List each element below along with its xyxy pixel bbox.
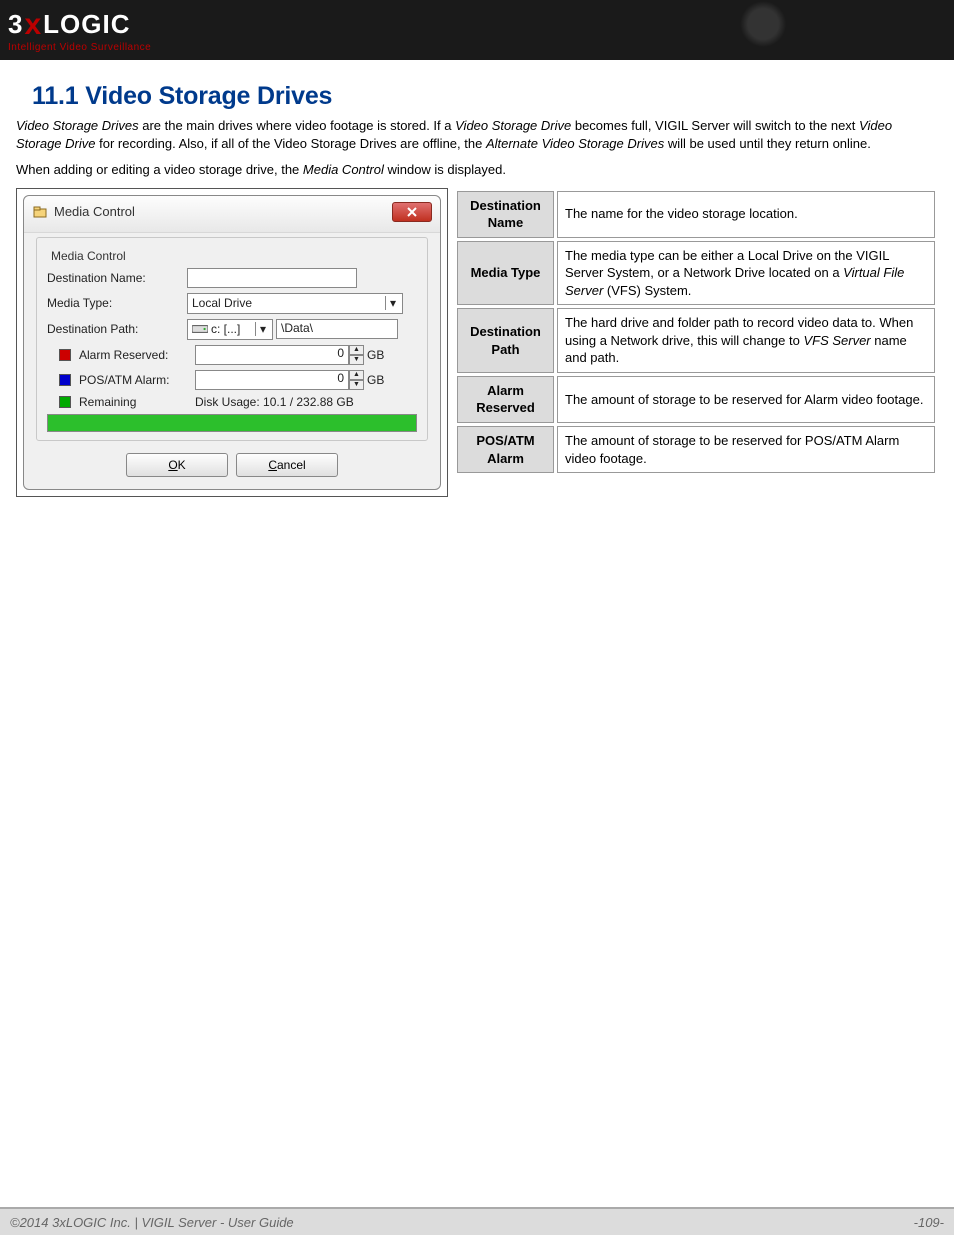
group-label: Media Control [47, 249, 130, 263]
drive-select[interactable]: c: [...] ▾ [187, 319, 273, 340]
posatm-value[interactable]: 0 [195, 370, 349, 390]
media-type-label: Media Type: [47, 296, 187, 310]
intro-paragraph-2: When adding or editing a video storage d… [16, 161, 938, 179]
def-key: Destination Path [457, 308, 554, 373]
page-content: 11.1 Video Storage Drives Video Storage … [0, 60, 954, 497]
table-row: Media Type The media type can be either … [457, 241, 935, 306]
definitions-table: Destination Name The name for the video … [454, 188, 938, 477]
destination-path-label: Destination Path: [47, 322, 187, 336]
spin-up-icon[interactable]: ▲ [349, 345, 364, 355]
def-key: Destination Name [457, 191, 554, 238]
media-type-select[interactable]: Local Drive ▾ [187, 293, 403, 314]
media-control-group: Media Control Destination Name: Media Ty… [36, 237, 428, 441]
media-type-value: Local Drive [192, 296, 252, 310]
header-banner: 3 x LOGIC Intelligent Video Surveillance [0, 0, 954, 60]
path-input[interactable]: \Data\ [276, 319, 398, 339]
def-key: Alarm Reserved [457, 376, 554, 423]
posatm-label: POS/ATM Alarm: [79, 373, 195, 387]
logo-post: LOGIC [43, 9, 130, 40]
page-footer: ©2014 3xLOGIC Inc. | VIGIL Server - User… [0, 1207, 954, 1235]
def-value: The hard drive and folder path to record… [557, 308, 935, 373]
intro-paragraph-1: Video Storage Drives are the main drives… [16, 117, 938, 153]
logo-text: 3 x LOGIC [8, 8, 151, 42]
footer-left: ©2014 3xLOGIC Inc. | VIGIL Server - User… [10, 1215, 294, 1230]
disk-usage-bar [47, 414, 417, 432]
logo-pre: 3 [8, 9, 23, 40]
logo-x: x [24, 8, 42, 42]
table-row: Alarm Reserved The amount of storage to … [457, 376, 935, 423]
chevron-down-icon: ▾ [255, 322, 270, 336]
media-control-screenshot: Media Control Media Control Destination … [16, 188, 448, 497]
def-key: POS/ATM Alarm [457, 426, 554, 473]
def-value: The media type can be either a Local Dri… [557, 241, 935, 306]
drive-icon [192, 321, 208, 337]
alarm-reserved-value[interactable]: 0 [195, 345, 349, 365]
dialog-title: Media Control [54, 204, 135, 219]
posatm-stepper[interactable]: 0 ▲ ▼ GB [195, 370, 384, 390]
disk-usage-text: Disk Usage: 10.1 / 232.88 GB [195, 395, 354, 409]
close-icon [407, 207, 417, 217]
unit-label: GB [367, 348, 384, 362]
def-key: Media Type [457, 241, 554, 306]
cancel-button[interactable]: Cancel [236, 453, 338, 477]
unit-label: GB [367, 373, 384, 387]
chevron-down-icon: ▾ [385, 296, 400, 310]
disk-usage-fill [48, 415, 416, 431]
term-video-storage-drives: Video Storage Drives [16, 118, 139, 133]
remaining-color-icon [59, 396, 71, 408]
table-row: POS/ATM Alarm The amount of storage to b… [457, 426, 935, 473]
spin-up-icon[interactable]: ▲ [349, 370, 364, 380]
table-row: Destination Path The hard drive and fold… [457, 308, 935, 373]
def-value: The amount of storage to be reserved for… [557, 376, 935, 423]
alarm-reserved-stepper[interactable]: 0 ▲ ▼ GB [195, 345, 384, 365]
media-control-dialog: Media Control Media Control Destination … [23, 195, 441, 490]
table-row: Destination Name The name for the video … [457, 191, 935, 238]
dialog-icon [32, 204, 48, 220]
spin-down-icon[interactable]: ▼ [349, 355, 364, 365]
drive-value: c: [...] [211, 322, 240, 336]
destination-name-label: Destination Name: [47, 271, 187, 285]
remaining-label: Remaining [79, 395, 195, 409]
posatm-color-icon [59, 374, 71, 386]
alarm-reserved-label: Alarm Reserved: [79, 348, 195, 362]
destination-name-input[interactable] [187, 268, 357, 288]
footer-right: -109- [914, 1215, 944, 1230]
ok-button[interactable]: OK [126, 453, 228, 477]
spin-down-icon[interactable]: ▼ [349, 380, 364, 390]
logo: 3 x LOGIC Intelligent Video Surveillance [8, 8, 151, 53]
def-value: The amount of storage to be reserved for… [557, 426, 935, 473]
section-title: 11.1 Video Storage Drives [32, 82, 938, 111]
close-button[interactable] [392, 202, 432, 222]
alarm-reserved-color-icon [59, 349, 71, 361]
def-value: The name for the video storage location. [557, 191, 935, 238]
logo-tagline: Intelligent Video Surveillance [8, 42, 151, 53]
dialog-titlebar: Media Control [24, 196, 440, 233]
